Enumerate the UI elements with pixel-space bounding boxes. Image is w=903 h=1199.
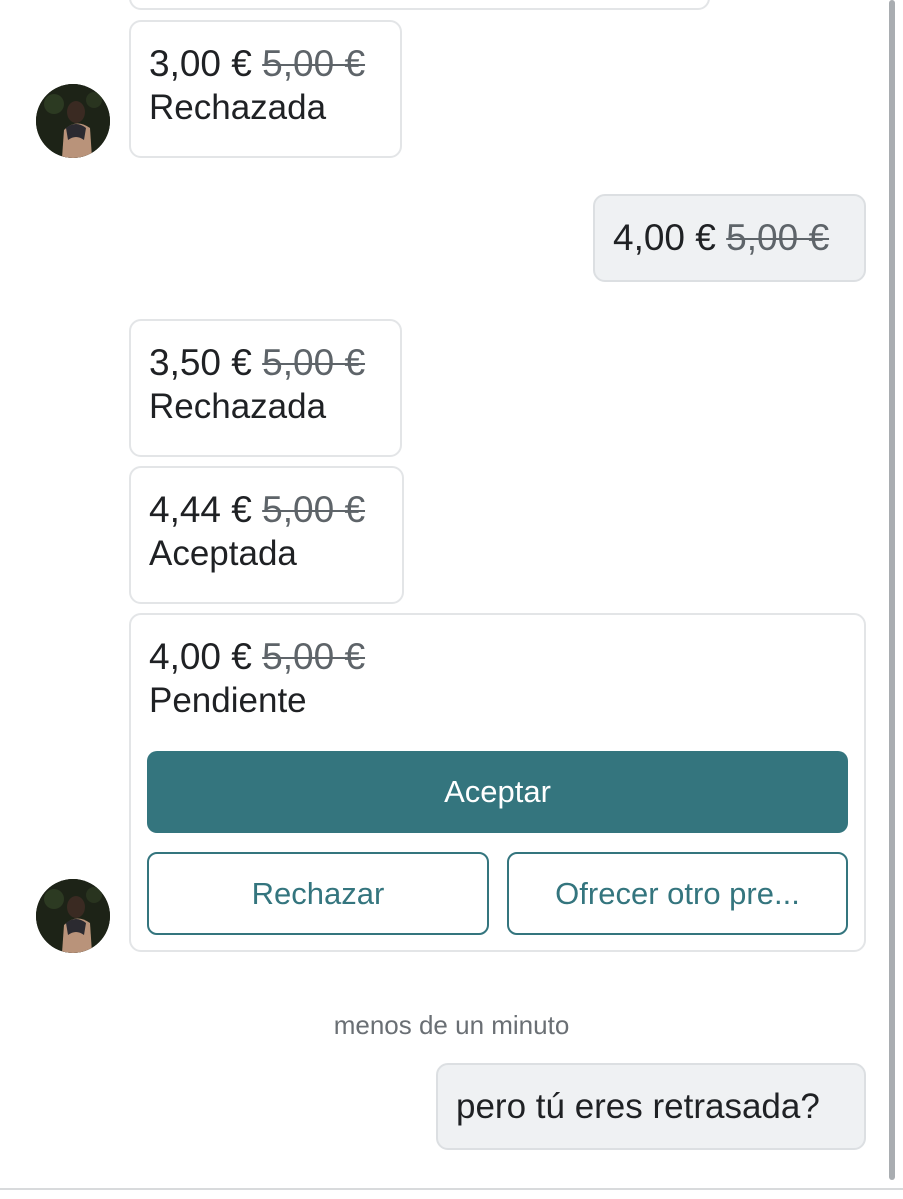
offer-price: 4,00 € <box>613 217 716 258</box>
offer-price-line: 4,00 € 5,00 € <box>613 216 846 260</box>
message-text: pero tú eres retrasada? <box>456 1087 820 1126</box>
previous-message-bubble <box>129 0 710 10</box>
offer-price: 4,44 € <box>149 489 252 530</box>
offer-bubble-rejected: 3,50 € 5,00 € Rechazada <box>129 319 402 457</box>
offer-price-line: 3,50 € 5,00 € <box>149 341 382 385</box>
offer-status: Pendiente <box>149 681 307 720</box>
own-message-bubble: pero tú eres retrasada? <box>436 1063 866 1150</box>
scrollbar[interactable] <box>889 0 895 1180</box>
contact-avatar[interactable] <box>36 879 110 953</box>
counter-offer-button[interactable]: Ofrecer otro pre... <box>507 852 848 935</box>
offer-bubble-rejected: 3,00 € 5,00 € Rechazada <box>129 20 402 158</box>
reject-offer-button[interactable]: Rechazar <box>147 852 489 935</box>
accept-offer-button[interactable]: Aceptar <box>147 751 848 833</box>
offer-bubble-accepted: 4,44 € 5,00 € Aceptada <box>129 466 404 604</box>
original-price: 5,00 € <box>262 489 366 530</box>
contact-avatar[interactable] <box>36 84 110 158</box>
offer-price-line: 4,44 € 5,00 € <box>149 488 384 532</box>
original-price: 5,00 € <box>726 217 830 258</box>
message-timestamp: menos de un minuto <box>333 1010 570 1040</box>
offer-bubble-pending: 4,00 € 5,00 € Pendiente Aceptar Rechazar… <box>129 613 866 952</box>
original-price: 5,00 € <box>262 342 366 383</box>
composer-divider <box>0 1188 903 1190</box>
offer-price: 3,00 € <box>149 43 252 84</box>
own-offer-bubble: 4,00 € 5,00 € <box>593 194 866 282</box>
offer-status: Rechazada <box>149 387 327 426</box>
offer-price: 3,50 € <box>149 342 252 383</box>
original-price: 5,00 € <box>262 43 366 84</box>
offer-status: Aceptada <box>149 534 297 573</box>
avatar-photo-icon <box>36 84 110 158</box>
original-price: 5,00 € <box>262 636 366 677</box>
offer-status: Rechazada <box>149 88 327 127</box>
offer-price-line: 3,00 € 5,00 € <box>149 42 382 86</box>
offer-price: 4,00 € <box>149 636 252 677</box>
avatar-photo-icon <box>36 879 110 953</box>
offer-price-line: 4,00 € 5,00 € <box>149 635 846 679</box>
